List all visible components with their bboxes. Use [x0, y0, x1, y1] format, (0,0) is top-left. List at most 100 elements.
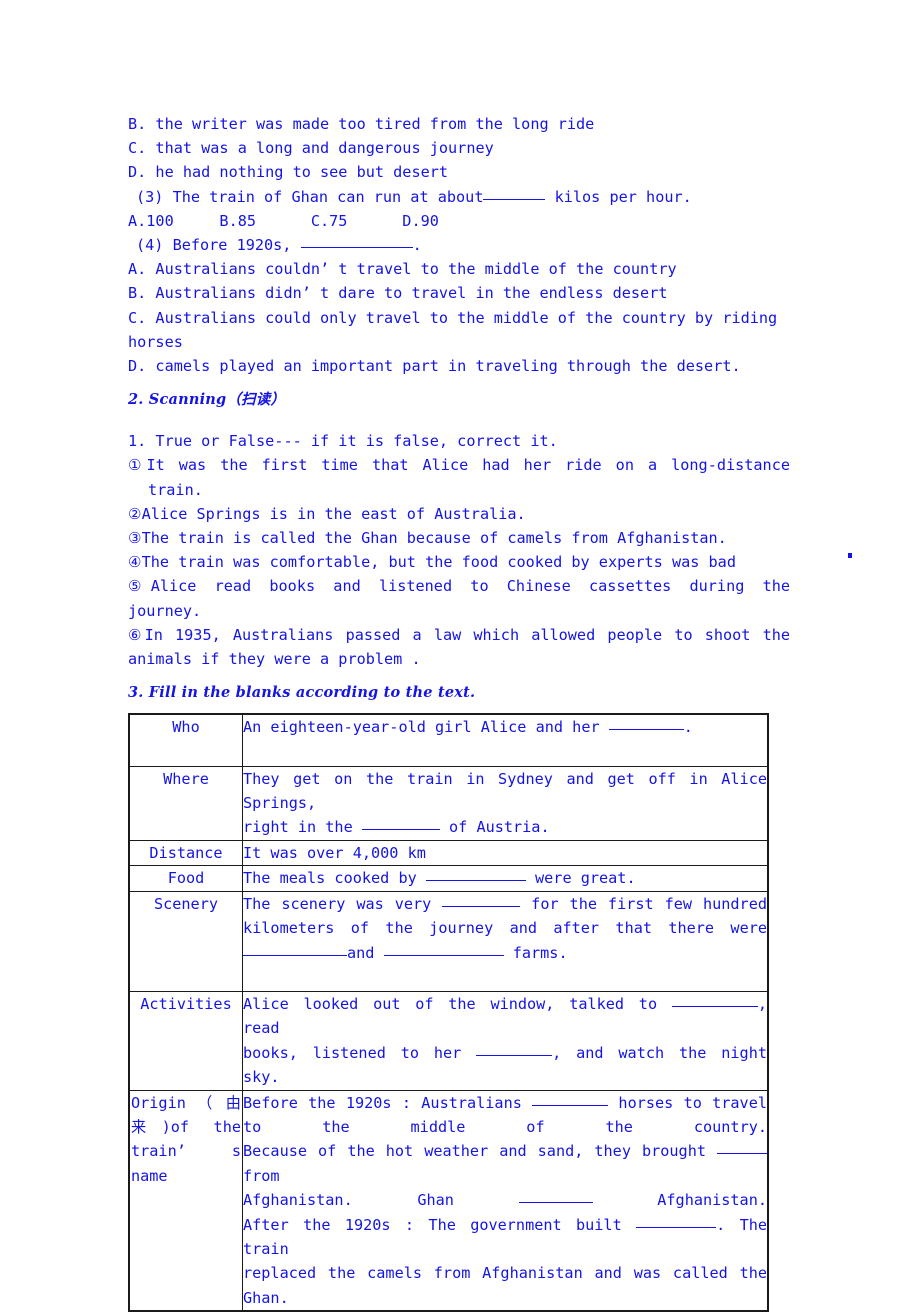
table-row-content: They get on the train in Sydney and get …	[242, 765, 769, 841]
option-d-q4: D. camels played an important part in tr…	[128, 357, 741, 376]
cell-text: to the middle of the country.	[243, 1117, 767, 1136]
table-row: Where They get on the train in Sydney and…	[128, 765, 769, 841]
stray-period-mark	[848, 553, 852, 558]
table-cell-line: right in the of Austria.	[243, 815, 767, 839]
table-cell-line: The scenery was very for the first few h…	[243, 892, 767, 916]
list-item-label: It was the first time that Alice had her…	[146, 456, 790, 475]
option-c-q2: C. that was a long and dangerous journey	[128, 139, 494, 158]
table-row-content: Alice looked out of the window, talked t…	[242, 990, 769, 1091]
cell-text: Alice looked out of the window, talked t…	[243, 994, 672, 1013]
answer-blank[interactable]	[608, 717, 684, 731]
answer-blank[interactable]	[636, 1215, 717, 1228]
table-row-content: The scenery was very for the first few h…	[242, 890, 769, 992]
answer-blank[interactable]	[383, 943, 504, 956]
question-4-stem: (4) Before 1920s, .	[128, 233, 790, 257]
scanning-statements: ①It was the first time that Alice had he…	[128, 453, 790, 671]
table-row-label: Food	[128, 865, 243, 892]
cell-text: horses to travel	[608, 1093, 767, 1112]
table-cell-line: to the middle of the country.	[243, 1115, 767, 1139]
table-cell-line: replaced the camels from Afghanistan and…	[243, 1261, 767, 1285]
cell-text: The meals cooked by	[243, 869, 426, 888]
list-item: ⑤Alice read books and listened to Chines…	[128, 574, 790, 598]
table-cell-line: The meals cooked by were great.	[243, 866, 767, 890]
cell-spacer	[243, 965, 767, 991]
table-cell-line: Alice looked out of the window, talked t…	[243, 992, 767, 1041]
question-3-options: A.100 B.85 C.75 D.90	[128, 211, 439, 230]
question-4-stem-after: .	[412, 236, 422, 255]
list-item-label: Alice Springs is in the east of Australi…	[141, 504, 526, 523]
cell-text: for the first few hundred	[520, 894, 767, 913]
answer-blank[interactable]	[717, 1141, 767, 1155]
list-item: ⑥In 1935, Australians passed a law which…	[128, 623, 790, 647]
table-cell-line: books, listened to her , and watch the n…	[243, 1041, 767, 1090]
table-row-label: Where	[128, 765, 243, 841]
list-marker: ⑤	[128, 577, 151, 596]
mcq-options-q2: B. the writer was made too tired from th…	[128, 112, 790, 185]
option-a-q4: A. Australians couldn’ t travel to the m…	[128, 260, 677, 279]
answer-blank[interactable]	[483, 187, 546, 200]
answer-blank[interactable]	[243, 943, 347, 956]
table-row: Origin （ 由来)of the train’ s name Before t…	[128, 1089, 769, 1312]
table-cell-line: Before the 1920s : Australians horses to…	[243, 1091, 767, 1115]
cell-text: Afghanistan. Ghan	[243, 1191, 519, 1210]
question-3-stem: (3) The train of Ghan can run at about k…	[128, 185, 790, 209]
cell-text: were great.	[525, 869, 636, 888]
table-row-content: Before the 1920s : Australians horses to…	[242, 1089, 769, 1312]
worksheet-page: B. the writer was made too tired from th…	[128, 112, 790, 1312]
cell-text: books, listened to her	[243, 1043, 477, 1062]
cell-text: and	[347, 943, 384, 962]
answer-blank[interactable]	[532, 1093, 609, 1106]
mcq-options-q4: A. Australians couldn’ t travel to the m…	[128, 257, 790, 378]
cell-text: kilometers of the journey and after that…	[243, 919, 767, 938]
table-row-label: Scenery	[128, 890, 243, 992]
table-row: Food The meals cooked by were great.	[128, 865, 769, 892]
cell-text: After the 1920s : The government built	[243, 1215, 637, 1234]
question-3-stem-after: kilos per hour.	[545, 187, 692, 206]
option-b-q2: B. the writer was made too tired from th…	[128, 115, 595, 133]
list-item-label: Alice read books and listened to Chinese…	[150, 577, 790, 596]
table-row-label: Who	[128, 713, 243, 767]
table-cell-line: After the 1920s : The government built .…	[243, 1213, 767, 1262]
table-row-content: It was over 4,000 km	[242, 839, 769, 867]
option-c-q4-cont: horses	[128, 332, 183, 351]
list-item-cont: train.	[128, 478, 790, 502]
answer-blank[interactable]	[671, 994, 758, 1007]
table-cell-line: They get on the train in Sydney and get …	[243, 767, 767, 816]
cell-text: farms.	[503, 943, 568, 962]
cell-text: replaced the camels from Afghanistan and…	[243, 1264, 767, 1283]
answer-blank[interactable]	[361, 817, 440, 831]
answer-blank[interactable]	[518, 1190, 593, 1204]
list-item: ③The train is called the Ghan because of…	[128, 526, 790, 550]
table-row-content: The meals cooked by were great.	[242, 865, 769, 892]
cell-text: Because of the hot weather and sand, the…	[243, 1142, 717, 1161]
list-marker: ②	[128, 504, 142, 523]
answer-blank[interactable]	[300, 235, 413, 249]
cell-text: Before the 1920s : Australians	[243, 1093, 533, 1112]
list-item: ①It was the first time that Alice had he…	[128, 453, 790, 477]
list-item-label: animals if they were a problem .	[128, 650, 421, 669]
cell-spacer	[243, 740, 767, 766]
table-cell-line: An eighteen-year-old girl Alice and her …	[243, 715, 767, 739]
table-row-label: Distance	[128, 839, 243, 867]
answer-blank[interactable]	[425, 868, 526, 882]
cell-text: of Austria.	[439, 818, 550, 837]
list-marker: ④	[128, 553, 142, 572]
table-row-label: Origin （ 由来)of the train’ s name	[128, 1089, 243, 1312]
list-item: ②Alice Springs is in the east of Austral…	[128, 502, 790, 526]
answer-blank[interactable]	[442, 894, 521, 907]
cell-text: Ghan.	[243, 1288, 289, 1307]
table-row-content: An eighteen-year-old girl Alice and her …	[242, 713, 769, 767]
table-cell-line: and farms.	[243, 941, 767, 965]
option-c-q4: C. Australians could only travel to the …	[128, 308, 778, 327]
section-heading-scanning: 2. Scanning（扫读）	[128, 391, 286, 409]
list-item-label: In 1935, Australians passed a law which …	[144, 625, 791, 644]
table-cell-line: Afghanistan. Ghan Afghanistan.	[243, 1188, 767, 1212]
answer-blank[interactable]	[476, 1043, 553, 1056]
list-item: ④The train was comfortable, but the food…	[128, 550, 790, 574]
table-row: Scenery The scenery was very for the firs…	[128, 890, 769, 992]
list-item-cont: animals if they were a problem .	[128, 647, 790, 671]
table-row-label: Activities	[128, 990, 243, 1091]
table-row: Activities Alice looked out of the window…	[128, 990, 769, 1091]
table-cell-line: Because of the hot weather and sand, the…	[243, 1139, 767, 1188]
